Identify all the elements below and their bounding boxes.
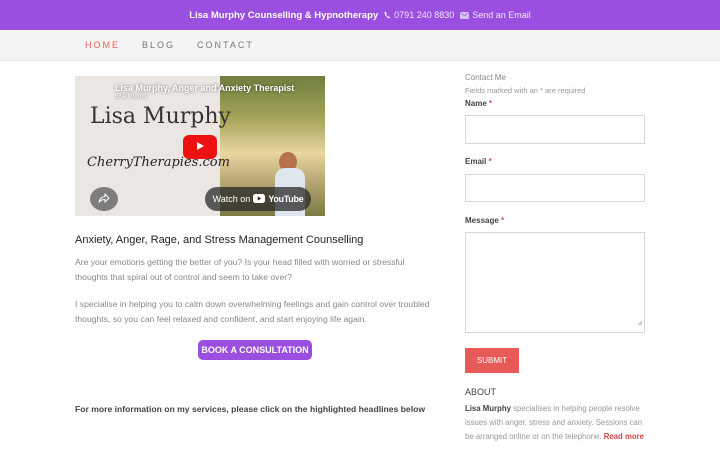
watch-on-label: Watch on — [212, 194, 251, 204]
share-button[interactable] — [90, 187, 118, 211]
video-channel[interactable]: Lisa Murphy — [115, 94, 148, 100]
contact-form-title: Contact Me — [465, 73, 506, 82]
email-label-text: Email — [465, 157, 487, 166]
message-label-text: Message — [465, 216, 499, 225]
about-text: Lisa Murphy specialises in helping peopl… — [465, 402, 650, 444]
nav-item-blog[interactable]: BLOG — [142, 40, 175, 50]
name-required-mark: * — [489, 99, 493, 108]
intro-paragraph-1: Are your emotions getting the better of … — [75, 257, 405, 282]
main-nav: HOME BLOG CONTACT — [0, 30, 720, 61]
more-info-text: For more information on my services, ple… — [75, 404, 426, 414]
email-link[interactable]: Send an Email — [460, 10, 531, 20]
phone-icon — [384, 11, 391, 19]
name-field[interactable] — [465, 115, 645, 144]
services-heading: Anxiety, Anger, Rage, and Stress Managem… — [75, 234, 364, 246]
book-consultation-button[interactable]: BOOK A CONSULTATION — [198, 340, 312, 360]
name-label-text: Name — [465, 99, 487, 108]
email-label-wrap: Email * — [465, 157, 492, 166]
intro-paragraph-2: I specialise in helping you to calm down… — [75, 299, 430, 324]
phone-link[interactable]: 0791 240 8830 — [384, 10, 454, 20]
phone-number: 0791 240 8830 — [394, 10, 455, 20]
play-button[interactable] — [183, 135, 217, 159]
top-bar: Lisa Murphy Counselling & Hypnotherapy 0… — [0, 0, 720, 30]
message-required-mark: * — [501, 216, 505, 225]
read-more-link[interactable]: Read more — [604, 432, 644, 441]
watch-on-youtube-button[interactable]: Watch on YouTube — [205, 187, 311, 211]
message-textarea[interactable] — [465, 232, 645, 333]
youtube-logo-icon — [253, 193, 266, 205]
video-title[interactable]: Lisa Murphy, Anger and Anxiety Therapist — [115, 83, 294, 93]
submit-button[interactable]: SUBMIT — [465, 348, 519, 373]
email-field[interactable] — [465, 174, 645, 202]
youtube-label: YouTube — [268, 194, 304, 204]
name-label: Name * — [465, 99, 492, 108]
video-name-text: Lisa Murphy — [90, 104, 231, 129]
video-embed[interactable]: Lisa Murphy CherryTherapies.com Lisa Mur… — [75, 76, 325, 216]
about-name: Lisa Murphy — [465, 404, 511, 413]
nav-item-contact[interactable]: CONTACT — [197, 40, 254, 50]
share-icon — [98, 190, 110, 208]
about-title: ABOUT — [465, 387, 497, 397]
nav-item-home[interactable]: HOME — [85, 40, 120, 50]
play-icon — [195, 138, 205, 156]
required-fields-note: Fields marked with an * are required — [465, 86, 586, 95]
email-icon — [460, 11, 470, 19]
site-brand[interactable]: Lisa Murphy Counselling & Hypnotherapy — [189, 10, 378, 21]
message-label: Message * — [465, 216, 504, 225]
email-required-mark: * — [488, 157, 492, 166]
email-label: Send an Email — [472, 10, 531, 20]
resize-handle-icon[interactable] — [637, 313, 643, 331]
